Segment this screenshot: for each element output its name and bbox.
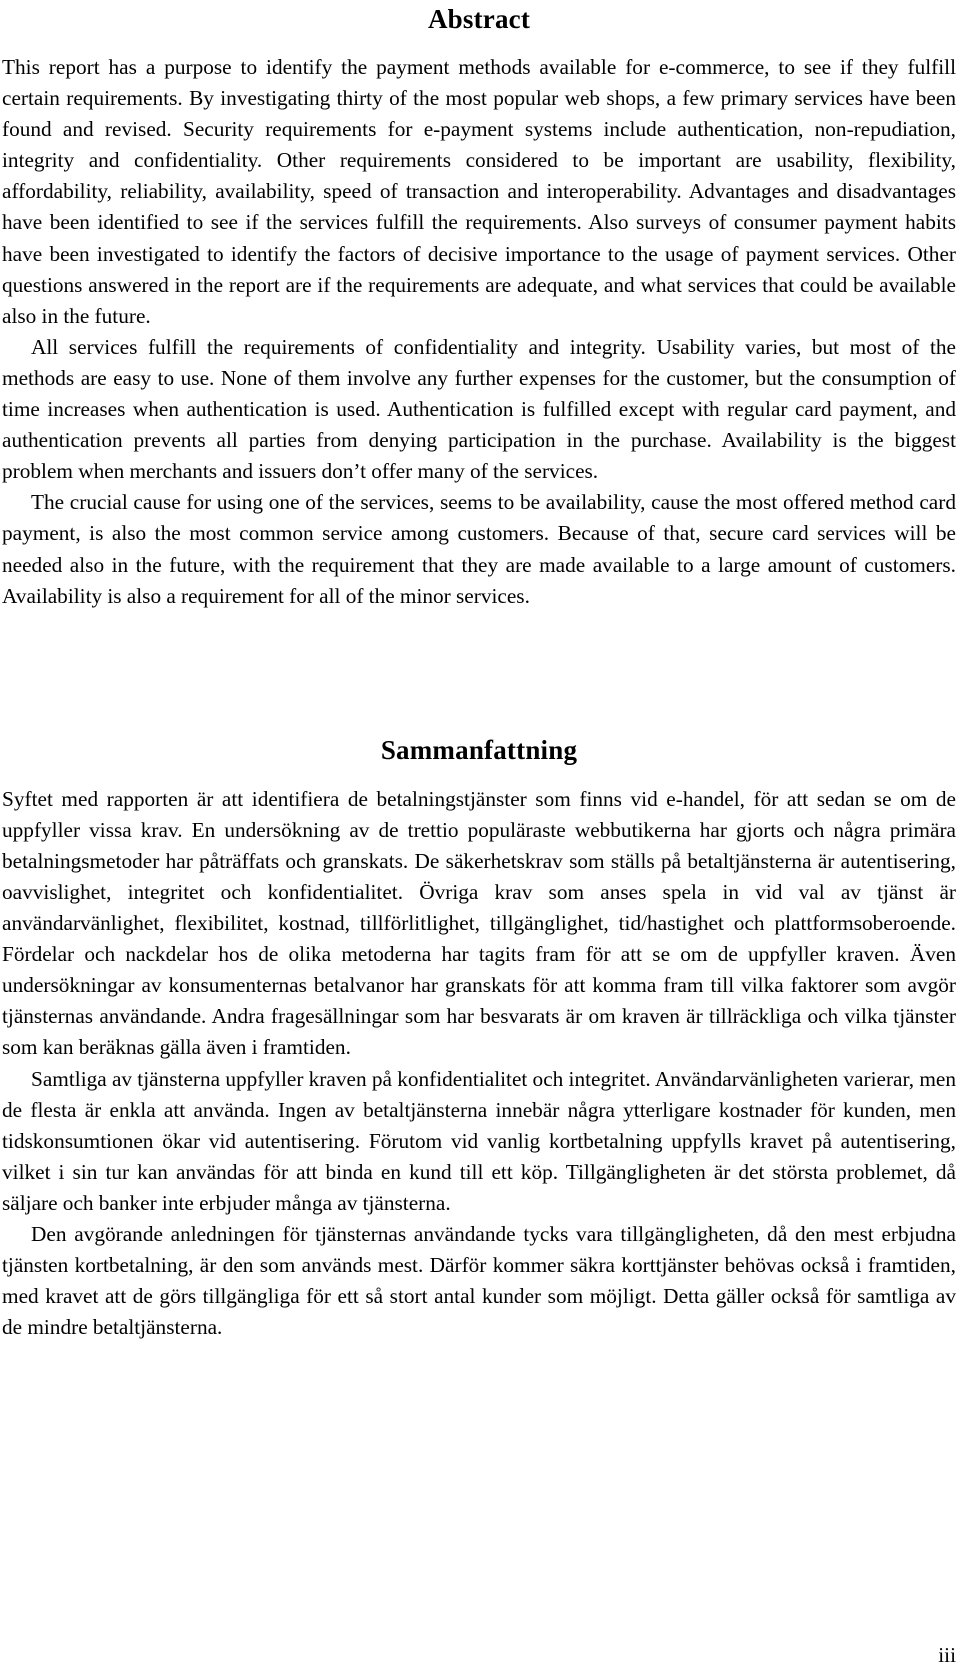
sammanfattning-heading: Sammanfattning <box>380 734 578 765</box>
sammanfattning-paragraph-3: Den avgörande anledningen för tjänsterna… <box>2 1222 956 1340</box>
abstract-paragraph-3: The crucial cause for using one of the s… <box>2 490 956 608</box>
abstract-paragraph-1: This report has a purpose to identify th… <box>2 55 956 328</box>
page-content: Abstract This report has a purpose to id… <box>2 0 956 1343</box>
abstract-body: This report has a purpose to identify th… <box>2 52 956 612</box>
document-page: Abstract This report has a purpose to id… <box>0 0 960 1674</box>
abstract-paragraph-2: All services fulfill the requirements of… <box>2 334 956 484</box>
abstract-heading: Abstract <box>427 4 531 34</box>
sammanfattning-paragraph-1: Syftet med rapporten är att identifiera … <box>2 786 956 1060</box>
page-number: iii <box>938 1643 956 1667</box>
sammanfattning-body: Syftet med rapporten är att identifiera … <box>2 784 956 1344</box>
sammanfattning-paragraph-2: Samtliga av tjänsterna uppfyller kraven … <box>2 1066 956 1215</box>
